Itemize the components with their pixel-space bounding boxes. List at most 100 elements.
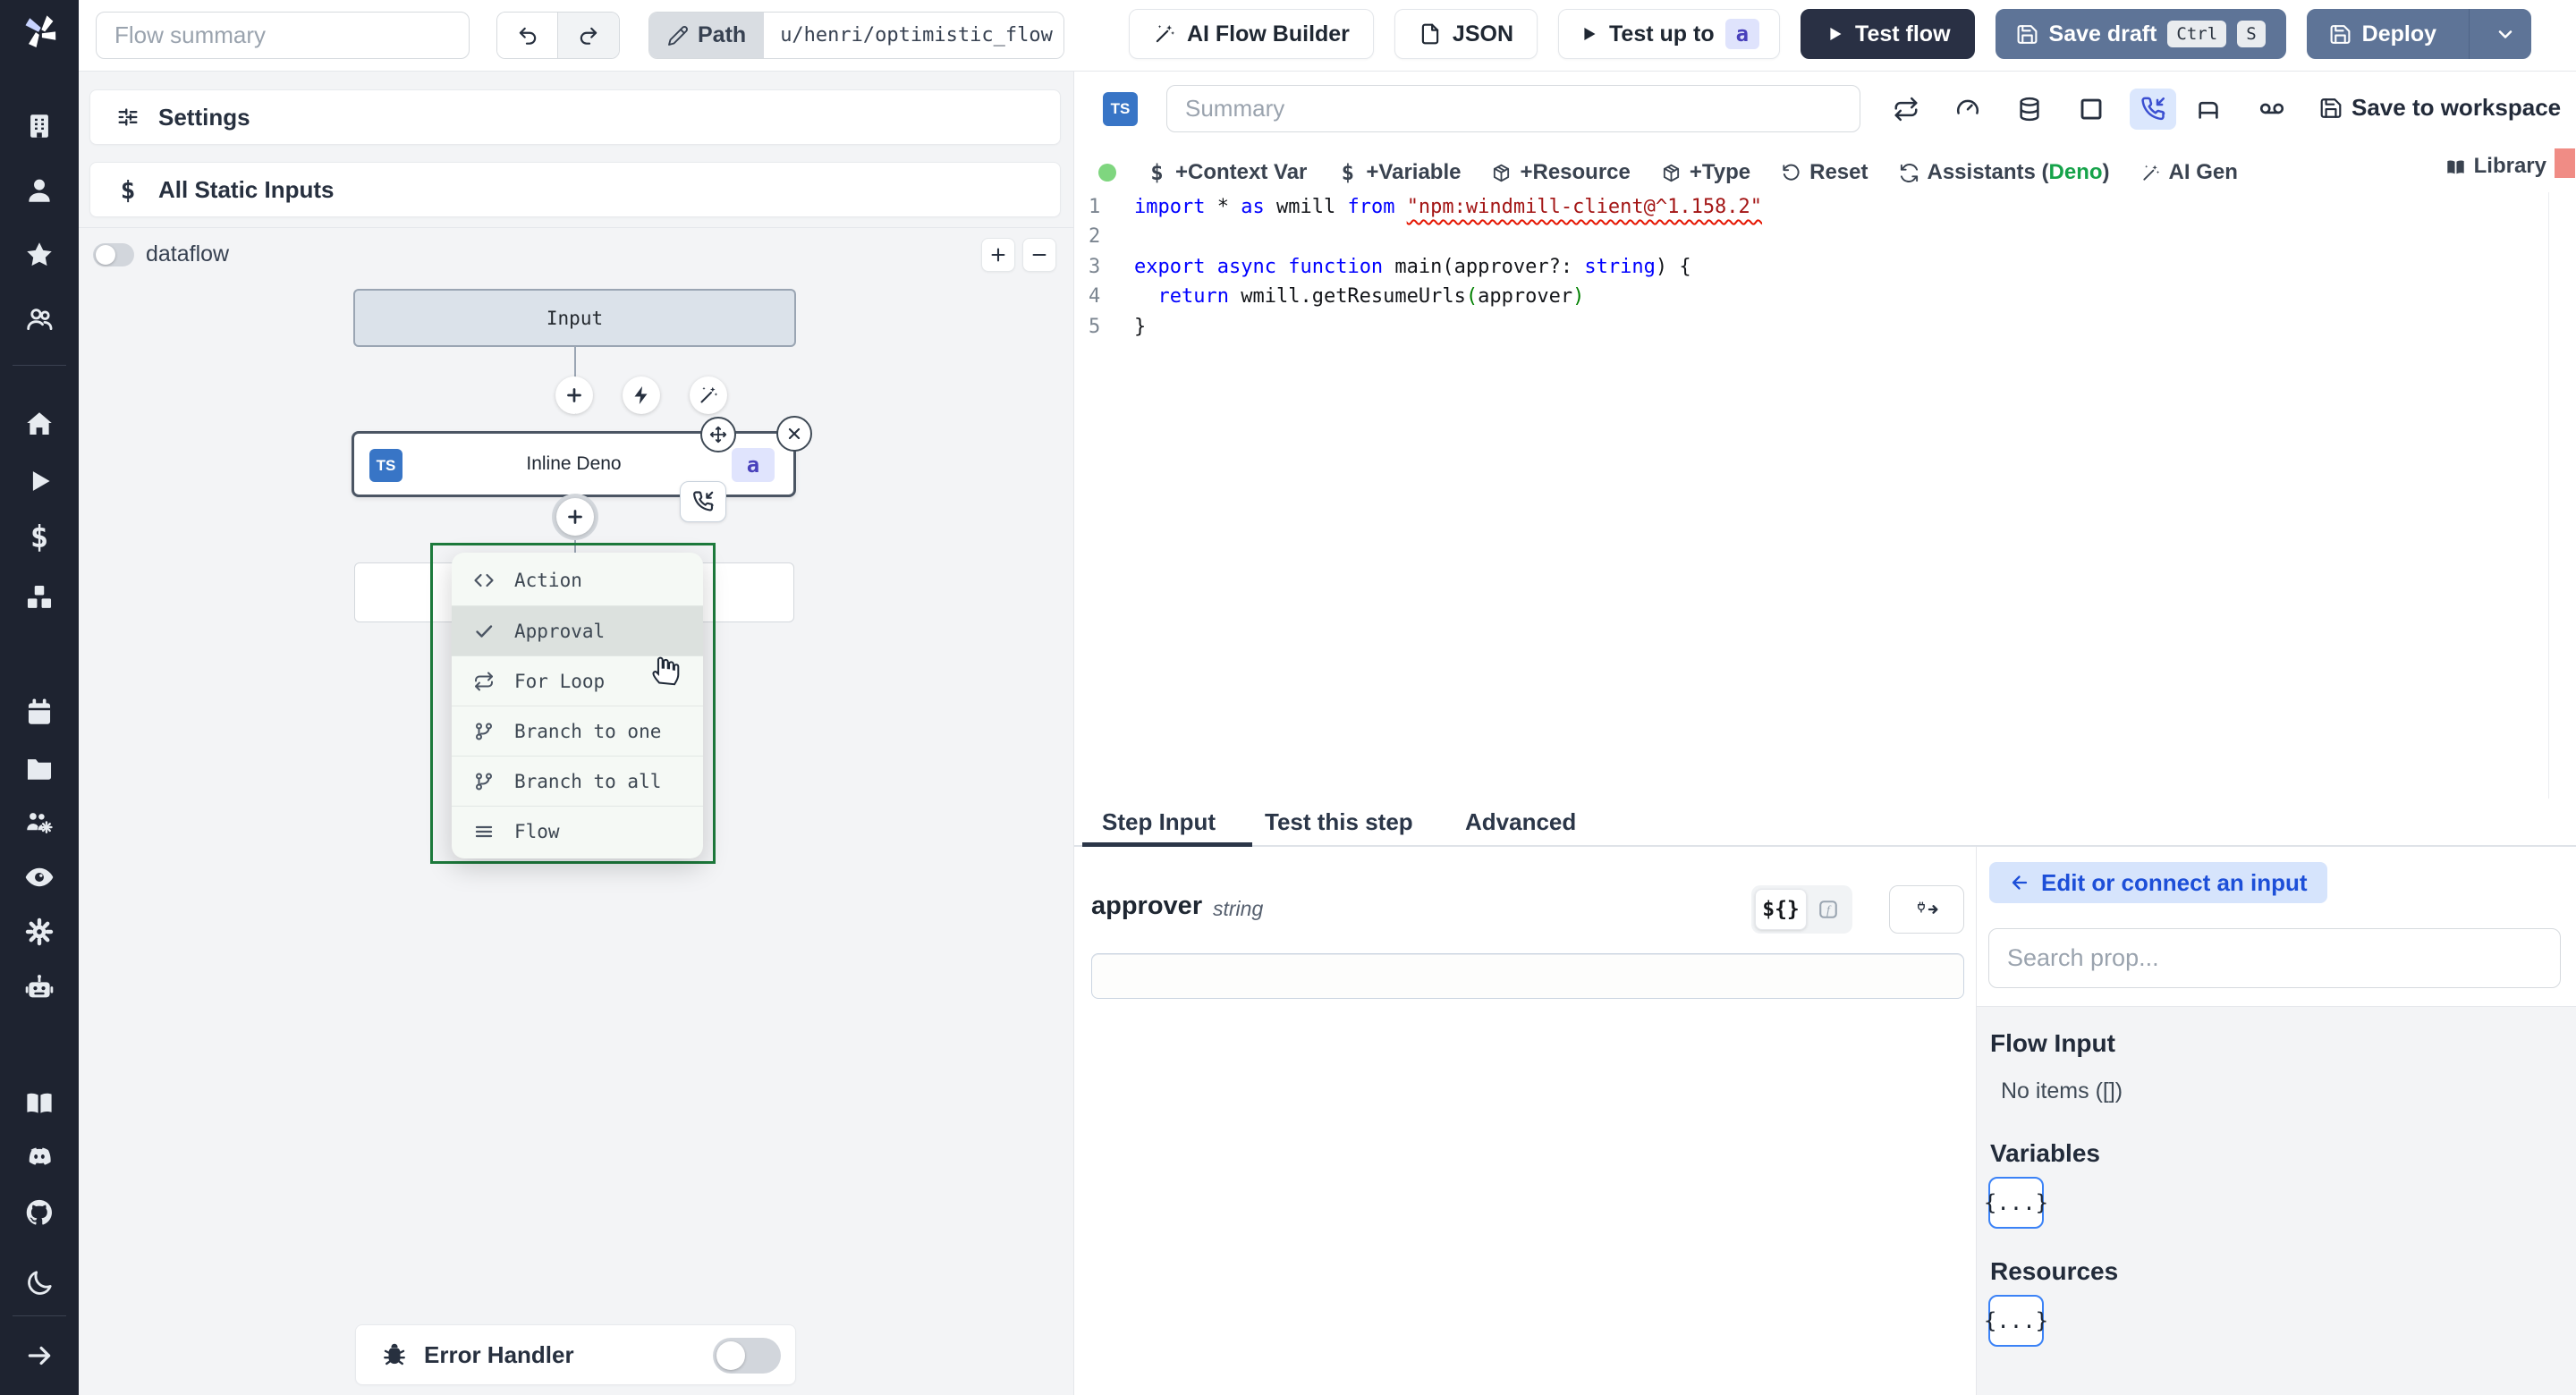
users-cog-icon [24,807,55,838]
step-summary-input[interactable] [1166,85,1860,132]
search-prop-input[interactable] [1988,928,2561,988]
menu-item-label: Branch to all [514,770,662,792]
add-type-button[interactable]: +Type [1661,160,1750,185]
reset-button[interactable]: Reset [1781,160,1868,185]
error-handler-row[interactable]: Error Handler [355,1324,796,1385]
line-number: 2 [1089,225,1101,249]
sidebar-item-runs[interactable] [0,460,79,503]
sidebar-item-github[interactable] [0,1191,79,1234]
redo-button[interactable] [558,13,619,58]
field-name: approver [1091,892,1203,920]
sidebar-item-favorites[interactable] [0,233,79,276]
json-button[interactable]: JSON [1394,9,1538,59]
library-button[interactable]: Library [2445,154,2546,179]
zoom-out-button[interactable] [1022,238,1056,272]
sidebar-item-settings[interactable] [0,910,79,953]
tab-advanced[interactable]: Advanced [1465,799,1576,845]
flow-step-node-label: Inline Deno [526,453,622,474]
calendar-icon [24,698,55,728]
menu-item-flow[interactable]: Flow [452,806,703,856]
sidebar-item-resources[interactable] [0,576,79,619]
delete-step-button[interactable] [776,416,812,452]
edit-or-connect-button[interactable]: Edit or connect an input [1989,862,2327,903]
sidebar-item-home[interactable] [0,402,79,445]
test-up-to-button[interactable]: Test up to a [1558,9,1781,59]
move-step-button[interactable] [700,417,736,452]
error-handler-toggle[interactable] [713,1338,781,1374]
retries-icon[interactable] [1893,96,1919,123]
suspend-approval-button[interactable] [2130,89,2176,130]
all-static-inputs-label: All Static Inputs [158,175,335,203]
deploy-button[interactable]: Deploy [2308,21,2458,47]
menu-item-approval[interactable]: Approval [452,605,703,655]
sidebar-item-groups-admin[interactable] [0,801,79,844]
phone-incoming-icon [691,490,715,513]
menu-item-action[interactable]: Action [452,555,703,605]
voicemail-icon[interactable] [2258,96,2285,123]
save-to-workspace-button[interactable]: Save to workspace [2319,94,2561,122]
zap-icon [631,385,652,406]
all-static-inputs-button[interactable]: $ All Static Inputs [89,162,1061,217]
tab-test-this-step[interactable]: Test this step [1265,799,1413,845]
field-value-input[interactable] [1091,953,1964,999]
path-button[interactable]: Path [649,13,765,58]
dollar-icon: $ [1150,160,1164,185]
input-mode-toggle: ${} f [1751,885,1852,934]
boxes-icon [24,582,55,613]
deploy-dropdown-button[interactable] [2480,9,2530,59]
save-draft-button[interactable]: Save draft Ctrl S [1995,9,2286,59]
dataflow-toggle[interactable] [93,243,134,266]
sidebar-item-discord[interactable] [0,1136,79,1179]
menu-item-branch-to-all[interactable]: Branch to all [452,756,703,806]
tab-step-input[interactable]: Step Input [1102,799,1216,845]
windmill-logo[interactable] [20,11,61,52]
sidebar-item-folders[interactable] [0,747,79,790]
sidebar-item-variables[interactable]: $ [0,516,79,559]
undo-button[interactable] [497,13,558,58]
sleep-icon[interactable] [2195,96,2222,123]
insert-after-step-button[interactable] [556,498,594,536]
menu-item-branch-to-one[interactable]: Branch to one [452,706,703,756]
phone-incoming-icon [2140,96,2166,123]
sidebar-item-audit-logs[interactable] [0,856,79,899]
sidebar-item-docs[interactable] [0,1081,79,1124]
sidebar-item-expand-sidebar[interactable] [0,1334,79,1377]
assistants-button[interactable]: Assistants (Deno) [1899,160,2110,185]
flow-input-empty: No items ([]) [2001,1078,2123,1103]
insert-step-button[interactable] [555,376,593,414]
ai-gen-button[interactable]: AI Gen [2140,160,2238,185]
sidebar-item-workers[interactable] [0,966,79,1009]
sidebar-item-user[interactable] [0,169,79,212]
add-context-var-button[interactable]: $ +Context Var [1147,160,1307,185]
add-variable-button[interactable]: $ +Variable [1337,160,1462,185]
add-resource-button[interactable]: +Resource [1491,160,1631,185]
flow-input-node[interactable]: Input [353,289,796,347]
path-value[interactable]: u/henri/optimistic_flow [780,24,1053,46]
folder-icon [24,753,55,783]
sidebar-divider [13,1315,66,1316]
ai-insert-button[interactable] [690,376,727,414]
ai-flow-builder-button[interactable]: AI Flow Builder [1128,9,1374,59]
sidebar-item-schedules[interactable] [0,691,79,734]
sidebar-item-dark-mode[interactable] [0,1262,79,1305]
sidebar-item-groups[interactable] [0,298,79,341]
mock-icon[interactable] [2078,96,2105,123]
cache-icon[interactable] [2016,96,2043,123]
code-editor[interactable]: 1 import * as wmill from "npm:windmill-cl… [1074,192,2576,799]
early-stop-icon[interactable] [1954,96,1981,123]
trigger-button[interactable] [623,376,660,414]
function-mode-button[interactable]: f [1807,889,1849,930]
close-icon [784,424,804,444]
eye-icon [24,862,55,892]
flow-summary-input[interactable] [96,12,470,59]
expr-mode-button[interactable]: ${} [1755,889,1807,930]
variables-object-chip[interactable]: {...} [1984,1177,2048,1229]
connect-input-button[interactable] [1889,885,1964,934]
zoom-in-button[interactable] [981,238,1015,272]
resources-object-chip[interactable]: {...} [1984,1295,2048,1347]
menu-item-for-loop[interactable]: For Loop [452,655,703,706]
sidebar-item-workspace[interactable] [0,105,79,148]
flow-settings-button[interactable]: Settings [89,89,1061,145]
test-flow-button[interactable]: Test flow [1801,9,1975,59]
step-tabs-bar: Step Input Test this step Advanced [1074,799,2576,847]
